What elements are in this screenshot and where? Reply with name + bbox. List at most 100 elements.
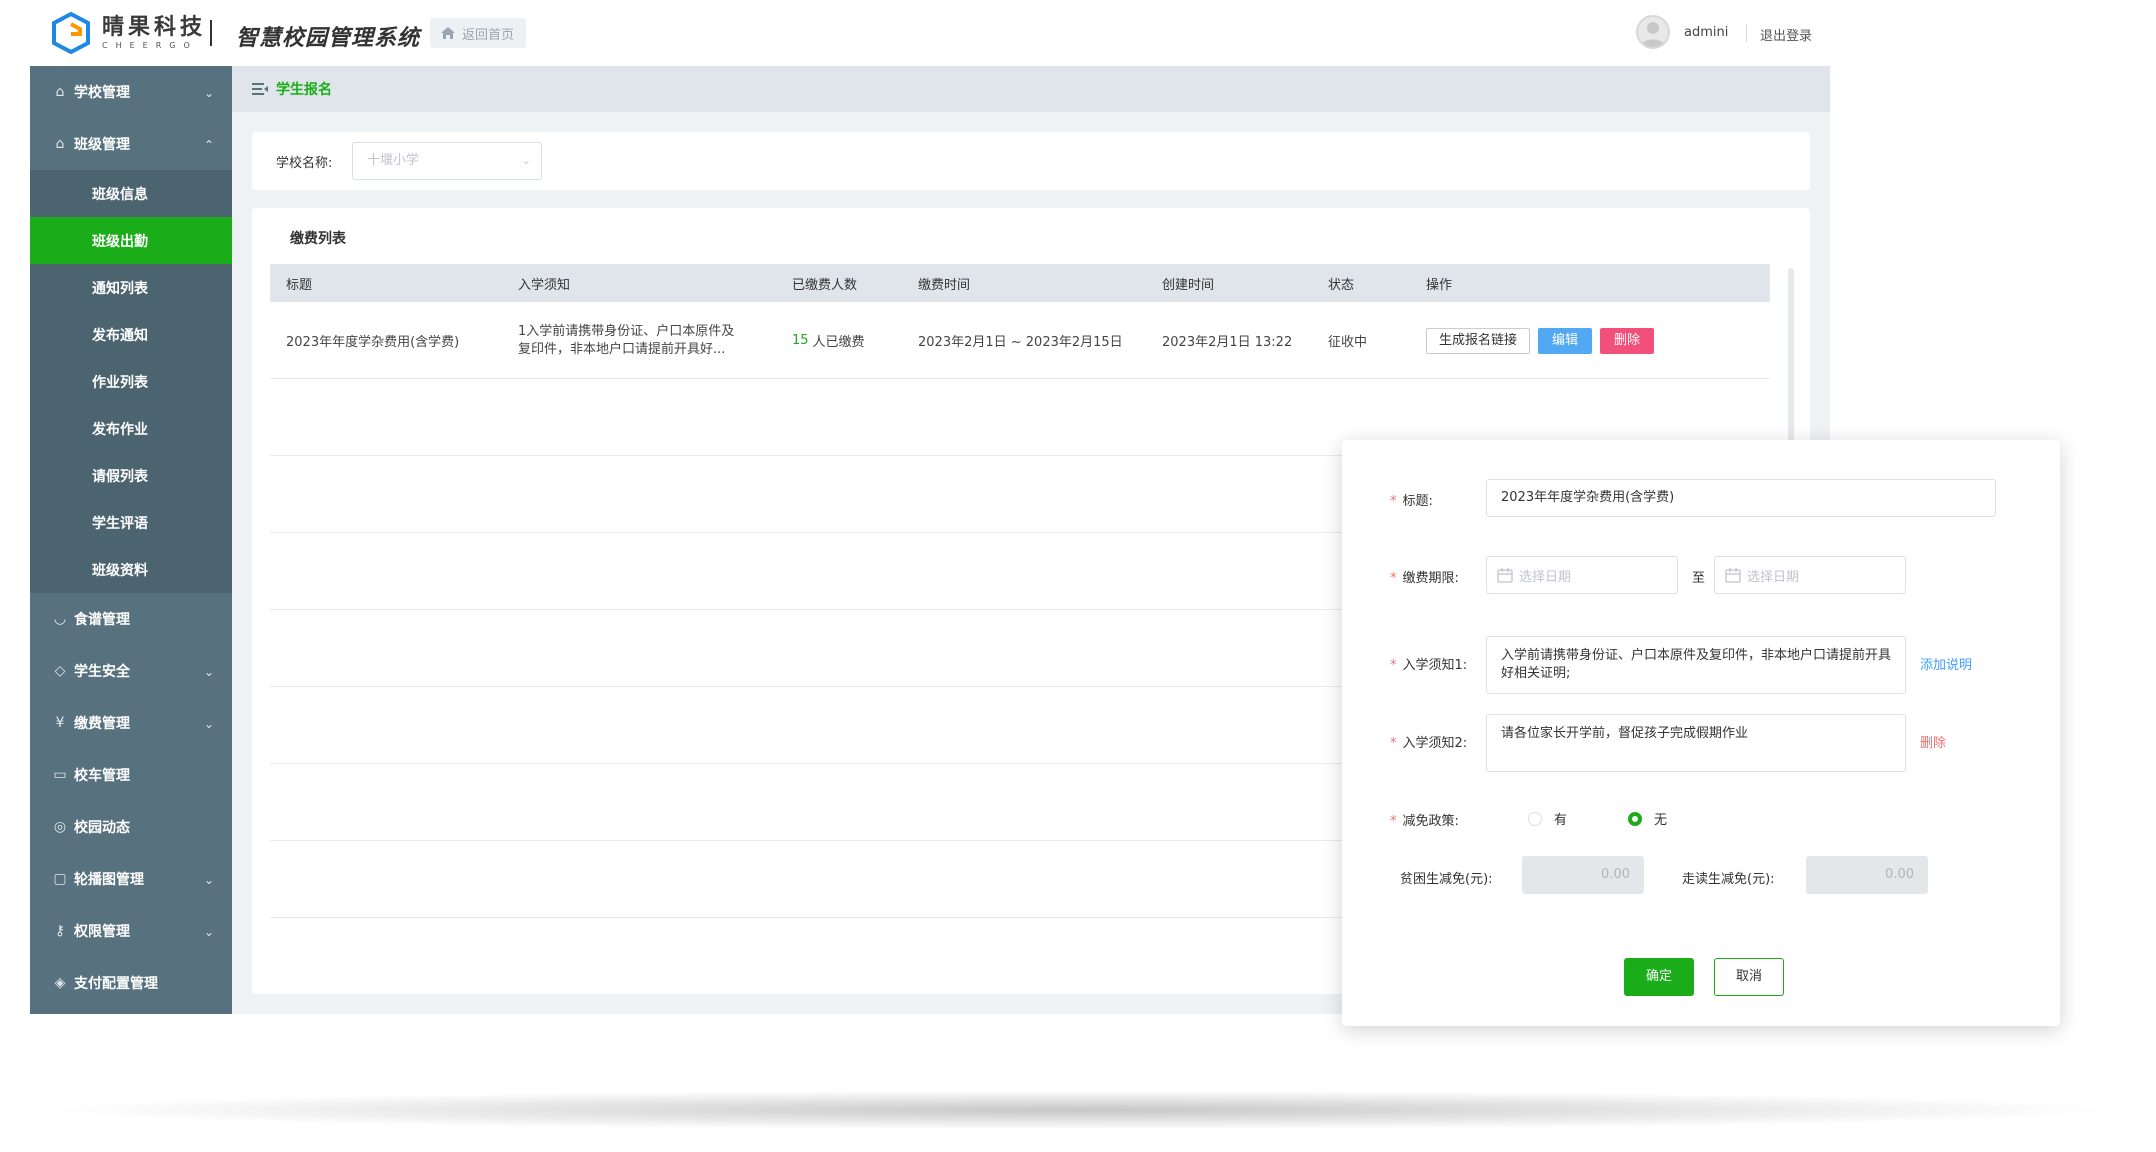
sidebar-group-label: 权限管理: [74, 924, 130, 940]
add-note-link[interactable]: 添加说明: [1920, 654, 1972, 673]
col-created: 创建时间: [1162, 277, 1215, 293]
edit-button[interactable]: 编辑: [1538, 327, 1593, 354]
back-home-label: 返回首页: [462, 27, 515, 43]
fee-edit-dialog: * 标题: 2023年年度学杂费用(含学费) * 缴费期限: 选择日期 至 选择日期: [1342, 440, 2060, 1026]
app-title: 智慧校园管理系统: [236, 26, 421, 51]
sidebar-item-comments[interactable]: 学生评语: [30, 499, 232, 546]
user-icon: [1641, 22, 1665, 47]
policy-yes-radio[interactable]: 有: [1528, 809, 1567, 828]
logo-mark-icon: [52, 12, 90, 54]
sidebar-group-food[interactable]: ◡ 食谱管理: [30, 593, 232, 645]
table-row: 2023年年度学杂费用(含学费) 1入学前请携带身份证、户口本原件及 复印件，非…: [270, 302, 1770, 379]
row-paid: 15 人已缴费: [792, 302, 865, 379]
title-input[interactable]: 2023年年度学杂费用(含学费): [1486, 479, 1996, 517]
sidebar-item-notice-list[interactable]: 通知列表: [30, 264, 232, 311]
sidebar-group-label: 支付配置管理: [74, 976, 158, 992]
policy-label: * 减免政策:: [1390, 814, 1459, 829]
sidebar-item-publish-homework[interactable]: 发布作业: [30, 405, 232, 452]
sidebar-item-leave-list[interactable]: 请假列表: [30, 452, 232, 499]
table-header: 标题 入学须知 已缴费人数 缴费时间 创建时间 状态 操作: [270, 264, 1770, 302]
brand-name-en: CHEERGO: [102, 41, 198, 50]
yuan-icon: ¥: [55, 715, 65, 731]
sidebar-group-bus[interactable]: ▭ 校车管理: [30, 749, 232, 801]
cancel-button[interactable]: 取消: [1714, 958, 1784, 996]
school-icon: ⌂: [55, 84, 65, 100]
sidebar-group-payment[interactable]: ◈ 支付配置管理: [30, 957, 232, 1009]
radio-dot-selected: [1628, 811, 1642, 826]
sidebar-group-safety[interactable]: ◇ 学生安全 ⌄: [30, 645, 232, 697]
start-date-picker[interactable]: 选择日期: [1486, 556, 1678, 594]
sidebar-group-fee[interactable]: ¥ 缴费管理 ⌄: [30, 697, 232, 749]
poor-label: 贫困生减免(元):: [1400, 872, 1493, 887]
filter-card: 学校名称: 十堰小学 ⌄: [252, 132, 1810, 190]
sidebar-group-banner[interactable]: ▢ 轮播图管理 ⌄: [30, 853, 232, 905]
breadcrumb-current: 学生报名: [276, 82, 332, 98]
row-notice: 1入学前请携带身份证、户口本原件及 复印件，非本地户口请提前开具好...: [518, 302, 734, 379]
row-notice-line1: 1入学前请携带身份证、户口本原件及: [518, 323, 735, 339]
notice1-textarea[interactable]: 入学前请携带身份证、户口本原件及复印件，非本地户口请提前开具好相关证明;: [1486, 636, 1906, 694]
decorative-shadow: [30, 1090, 2130, 1130]
breadcrumb: 学生报名: [232, 66, 1830, 112]
col-status: 状态: [1328, 277, 1355, 293]
sidebar-group-label: 班级管理: [74, 137, 130, 153]
policy-yes-label: 有: [1554, 813, 1568, 828]
col-paid: 已缴费人数: [792, 277, 858, 293]
row-created: 2023年2月1日 13:22: [1162, 335, 1293, 350]
paid-suffix: 人已缴费: [812, 335, 865, 350]
username[interactable]: admini: [1684, 25, 1728, 40]
generate-link-button[interactable]: 生成报名链接: [1426, 327, 1531, 354]
avatar[interactable]: [1636, 15, 1670, 49]
row-notice-line2: 复印件，非本地户口请提前开具好...: [518, 341, 726, 357]
notice2-textarea[interactable]: 请各位家长开学前，督促孩子完成假期作业: [1486, 714, 1906, 772]
confirm-button[interactable]: 确定: [1624, 958, 1694, 996]
sidebar-group-dynamic[interactable]: ◎ 校园动态: [30, 801, 232, 853]
row-pay-time: 2023年2月1日 ~ 2023年2月15日: [918, 335, 1123, 350]
end-date-picker[interactable]: 选择日期: [1714, 556, 1906, 594]
sidebar-group-label: 轮播图管理: [74, 872, 144, 888]
sidebar-group-label: 缴费管理: [74, 716, 130, 732]
calendar-icon: [1497, 568, 1513, 583]
delete-button[interactable]: 删除: [1600, 327, 1655, 354]
sidebar-group-class[interactable]: ⌂ 班级管理 ⌃: [30, 118, 232, 170]
chevron-down-icon: ⌄: [203, 925, 214, 939]
delete-note-link[interactable]: 删除: [1920, 732, 1946, 751]
school-name-label: 学校名称:: [276, 156, 333, 171]
policy-no-label: 无: [1654, 813, 1668, 828]
sidebar-group-permission[interactable]: ⚷ 权限管理 ⌄: [30, 905, 232, 957]
image-icon: ▢: [53, 871, 67, 887]
chevron-down-icon: ⌄: [203, 873, 214, 887]
list-title: 缴费列表: [290, 231, 346, 247]
sidebar-item-publish-notice[interactable]: 发布通知: [30, 311, 232, 358]
page: 晴果科技 CHEERGO 智慧校园管理系统 返回首页 admini 退出登录 ⌂…: [0, 0, 2156, 1152]
sidebar-item-attendance[interactable]: 班级出勤: [30, 217, 232, 264]
policy-no-radio[interactable]: 无: [1628, 809, 1667, 828]
school-select-placeholder: 十堰小学: [367, 153, 420, 168]
poor-input[interactable]: 0.00: [1522, 856, 1644, 894]
sidebar-item-homework-list[interactable]: 作业列表: [30, 358, 232, 405]
chevron-up-icon: ⌃: [203, 138, 214, 152]
end-date-placeholder: 选择日期: [1747, 569, 1800, 585]
sidebar-item-class-files[interactable]: 班级资料: [30, 546, 232, 593]
row-title: 2023年年度学杂费用(含学费): [286, 335, 460, 350]
col-actions: 操作: [1426, 277, 1453, 293]
day-label: 走读生减免(元):: [1682, 872, 1775, 887]
dynamic-icon: ◎: [53, 819, 67, 835]
food-icon: ◡: [53, 611, 67, 627]
day-input[interactable]: 0.00: [1806, 856, 1928, 894]
back-home-button[interactable]: 返回首页: [430, 18, 527, 48]
brand-name: 晴果科技: [102, 15, 207, 40]
title-label: * 标题:: [1390, 494, 1433, 509]
school-select[interactable]: 十堰小学 ⌄: [352, 142, 542, 180]
col-pay-time: 缴费时间: [918, 277, 971, 293]
row-status: 征收中: [1328, 335, 1368, 350]
sidebar-item-class-info[interactable]: 班级信息: [30, 170, 232, 217]
menu-fold-icon[interactable]: [252, 83, 268, 95]
top-header: 晴果科技 CHEERGO 智慧校园管理系统 返回首页 admini 退出登录: [0, 0, 2156, 66]
sidebar-group-school[interactable]: ⌂ 学校管理 ⌄: [30, 66, 232, 118]
chevron-down-icon: ⌄: [203, 717, 214, 731]
brand-logo: 晴果科技 CHEERGO: [50, 12, 206, 54]
class-icon: ⌂: [55, 136, 65, 152]
logout-link[interactable]: 退出登录: [1760, 25, 1812, 44]
key-icon: ⚷: [54, 923, 66, 939]
date-range-separator: 至: [1692, 571, 1706, 586]
